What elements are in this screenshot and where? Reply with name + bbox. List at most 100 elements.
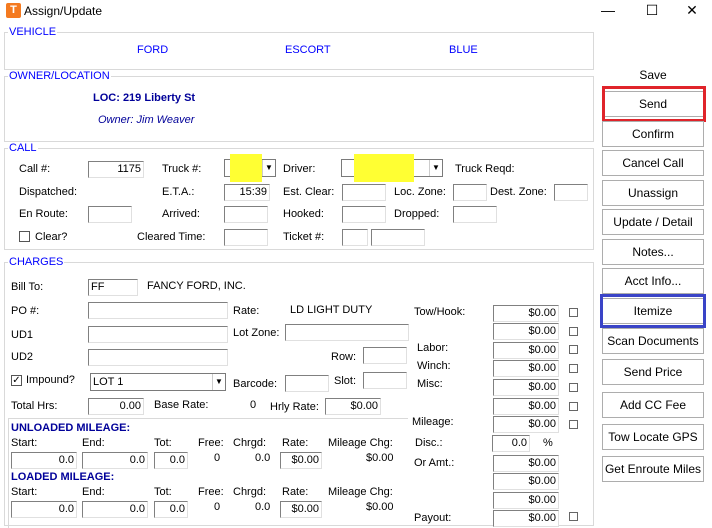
loaded-mileage-chg-value: $0.00 [366, 501, 394, 513]
ud1-field[interactable] [88, 326, 228, 343]
loaded-free-value: 0 [214, 501, 221, 513]
cleared-time-label: Cleared Time: [137, 231, 206, 243]
clear-checkbox[interactable] [19, 231, 30, 242]
est-clear-field[interactable] [342, 184, 386, 201]
send-price-button[interactable]: Send Price [602, 359, 704, 385]
po-field[interactable] [88, 302, 228, 319]
hooked-label: Hooked: [283, 208, 324, 220]
loc-zone-field[interactable] [453, 184, 487, 201]
unloaded-tot-label: Tot: [154, 437, 172, 449]
redaction-highlight [230, 154, 262, 182]
dest-zone-field[interactable] [554, 184, 588, 201]
ticket-prefix-field[interactable] [342, 229, 368, 246]
ticket-number-field[interactable] [371, 229, 425, 246]
chevron-down-icon[interactable]: ▼ [429, 160, 442, 176]
add-cc-fee-button[interactable]: Add CC Fee [602, 392, 704, 418]
row-field[interactable] [363, 347, 407, 364]
cleared-time-field[interactable] [224, 229, 268, 246]
confirm-button[interactable]: Confirm [602, 121, 704, 147]
rate-value[interactable]: LD LIGHT DUTY [290, 304, 372, 316]
unloaded-chrgd-value: 0.0 [255, 452, 271, 464]
unloaded-rate-field[interactable]: $0.00 [280, 452, 322, 469]
amount-field[interactable]: $0.00 [493, 416, 559, 433]
amount-field[interactable]: $0.00 [493, 360, 559, 377]
taxable-checkbox[interactable] [569, 402, 578, 411]
taxable-checkbox[interactable] [569, 420, 578, 429]
disc-field[interactable]: 0.0 [492, 435, 530, 452]
lot-zone-label: Lot Zone: [233, 327, 280, 339]
maximize-button[interactable]: ☐ [632, 0, 672, 22]
loaded-tot-field[interactable]: 0.0 [154, 501, 188, 518]
amount-field[interactable]: $0.00 [493, 379, 559, 396]
chevron-down-icon[interactable]: ▼ [262, 160, 275, 176]
update-detail-button[interactable]: Update / Detail [602, 209, 704, 235]
call-number-field[interactable]: 1175 [88, 161, 144, 178]
vehicle-color: BLUE [449, 44, 478, 56]
clear-label: Clear? [35, 231, 68, 243]
base-rate-value: 0 [250, 399, 257, 411]
notes-button[interactable]: Notes... [602, 239, 704, 265]
amount-field[interactable]: $0.00 [493, 455, 559, 472]
row-label: Row: [331, 351, 357, 363]
loaded-end-field[interactable]: 0.0 [82, 501, 148, 518]
hooked-field[interactable] [342, 206, 386, 223]
title-bar: T Assign/Update — ☐ ✕ [0, 0, 712, 22]
loaded-rate-label: Rate: [282, 486, 309, 498]
taxable-checkbox[interactable] [569, 327, 578, 336]
close-button[interactable]: ✕ [672, 0, 712, 22]
tow-locate-gps-button[interactable]: Tow Locate GPS [602, 424, 704, 450]
bill-to-code-field[interactable]: FF [88, 279, 138, 296]
unloaded-tot-field[interactable]: 0.0 [154, 452, 188, 469]
call-number-label: Call #: [19, 163, 51, 175]
loaded-start-field[interactable]: 0.0 [11, 501, 77, 518]
en-route-field[interactable] [88, 206, 132, 223]
scan-documents-button[interactable]: Scan Documents [602, 328, 704, 354]
taxable-checkbox[interactable] [569, 308, 578, 317]
chevron-down-icon[interactable]: ▼ [212, 374, 225, 390]
mileage-label: Mileage: [412, 416, 454, 428]
unassign-button[interactable]: Unassign [602, 180, 704, 206]
amount-field[interactable]: $0.00 [493, 510, 559, 527]
vehicle-model: ESCORT [285, 44, 331, 56]
rate-label: Rate: [233, 305, 260, 317]
dropped-field[interactable] [453, 206, 497, 223]
unloaded-rate-label: Rate: [282, 437, 309, 449]
taxable-checkbox[interactable] [569, 383, 578, 392]
total-hrs-label: Total Hrs: [11, 400, 58, 412]
barcode-field[interactable] [285, 375, 329, 392]
winch-label: Winch: [417, 360, 451, 372]
save-button[interactable]: Save [602, 62, 704, 88]
unloaded-end-field[interactable]: 0.0 [82, 452, 148, 469]
impound-checkbox[interactable]: ✓ [11, 375, 22, 386]
unloaded-start-label: Start: [11, 437, 38, 449]
app-logo-icon: T [6, 3, 21, 18]
taxable-checkbox[interactable] [569, 345, 578, 354]
amount-field[interactable]: $0.00 [493, 323, 559, 340]
get-enroute-miles-button[interactable]: Get Enroute Miles [602, 456, 704, 482]
disc-label: Disc.: [415, 437, 443, 449]
base-rate-label: Base Rate: [154, 399, 209, 411]
lot-zone-field[interactable] [285, 324, 409, 341]
amount-field[interactable]: $0.00 [493, 305, 559, 322]
amount-field[interactable]: $0.00 [493, 473, 559, 490]
total-hrs-field[interactable]: 0.00 [88, 398, 144, 415]
amount-field[interactable]: $0.00 [493, 342, 559, 359]
cancel-call-button[interactable]: Cancel Call [602, 150, 704, 176]
vehicle-legend: VEHICLE [9, 26, 57, 38]
ud1-label: UD1 [11, 329, 34, 341]
hrly-rate-field[interactable]: $0.00 [325, 398, 381, 415]
eta-field[interactable]: 15:39 [224, 184, 270, 201]
amount-field[interactable]: $0.00 [493, 398, 559, 415]
acct-info-button[interactable]: Acct Info... [602, 268, 704, 294]
ud2-field[interactable] [88, 349, 228, 366]
loaded-rate-field[interactable]: $0.00 [280, 501, 322, 518]
minimize-button[interactable]: — [588, 0, 628, 22]
unloaded-free-label: Free: [198, 437, 224, 449]
impound-lot-select[interactable]: LOT 1 ▼ [90, 373, 226, 391]
unloaded-start-field[interactable]: 0.0 [11, 452, 77, 469]
slot-field[interactable] [363, 372, 407, 389]
amount-field[interactable]: $0.00 [493, 492, 559, 509]
loaded-mileage-title: LOADED MILEAGE: [11, 471, 115, 483]
arrived-field[interactable] [224, 206, 268, 223]
taxable-checkbox[interactable] [569, 364, 578, 373]
